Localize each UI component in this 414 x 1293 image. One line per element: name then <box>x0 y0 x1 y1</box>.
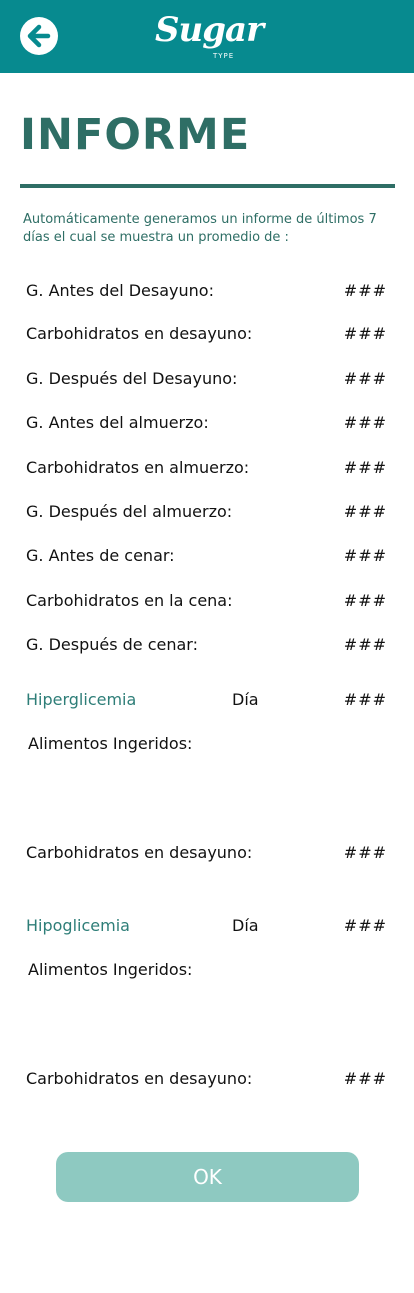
back-button[interactable] <box>20 17 58 55</box>
average-row: G. Antes del Desayuno: ### <box>26 279 387 303</box>
hyperglycemia-day-value: ### <box>343 690 387 709</box>
average-label: Carbohidratos en almuerzo: <box>26 458 250 477</box>
app-logo: Sugar TYPE <box>155 10 264 64</box>
hypoglycemia-foods-row: Alimentos Ingeridos: <box>28 958 389 982</box>
average-label: Carbohidratos en la cena: <box>26 591 233 610</box>
hyperglycemia-carbs-row: Carbohidratos en desayuno: ### <box>26 841 387 865</box>
average-label: G. Después del almuerzo: <box>26 502 233 521</box>
hypoglycemia-day-label: Día <box>232 916 259 935</box>
logo-subtext: TYPE <box>213 52 235 60</box>
average-value: ### <box>343 635 387 654</box>
hyperglycemia-day-label: Día <box>232 690 259 709</box>
average-row: Carbohidratos en desayuno: ### <box>26 322 387 346</box>
average-value: ### <box>343 281 387 300</box>
logo-text: Sugar <box>155 10 264 50</box>
average-label: G. Antes del almuerzo: <box>26 413 209 432</box>
hyperglycemia-carbs-label: Carbohidratos en desayuno: <box>26 843 253 862</box>
hyperglycemia-foods-row: Alimentos Ingeridos: <box>28 732 389 756</box>
hypoglycemia-foods-label: Alimentos Ingeridos: <box>28 960 193 979</box>
average-row: G. Antes del almuerzo: ### <box>26 411 387 435</box>
hyperglycemia-row: Hiperglicemia Día ### <box>26 688 387 712</box>
average-label: G. Antes del Desayuno: <box>26 281 214 300</box>
page-title: INFORME <box>20 110 251 160</box>
average-row: G. Antes de cenar: ### <box>26 544 387 568</box>
average-value: ### <box>343 324 387 343</box>
hyperglycemia-foods-label: Alimentos Ingeridos: <box>28 734 193 753</box>
hypoglycemia-label: Hipoglicemia <box>26 916 130 935</box>
hypoglycemia-day-value: ### <box>343 916 387 935</box>
hypoglycemia-row: Hipoglicemia Día ### <box>26 914 387 938</box>
average-label: Carbohidratos en desayuno: <box>26 324 253 343</box>
intro-text: Automáticamente generamos un informe de … <box>23 212 377 245</box>
title-divider <box>20 184 395 188</box>
hyperglycemia-carbs-value: ### <box>343 843 387 862</box>
average-label: G. Después del Desayuno: <box>26 369 238 388</box>
average-row: G. Después de cenar: ### <box>26 633 387 657</box>
hypoglycemia-carbs-value: ### <box>343 1069 387 1088</box>
average-row: G. Después del Desayuno: ### <box>26 367 387 391</box>
hyperglycemia-label: Hiperglicemia <box>26 690 137 709</box>
hypoglycemia-carbs-label: Carbohidratos en desayuno: <box>26 1069 253 1088</box>
average-label: G. Antes de cenar: <box>26 546 175 565</box>
average-label: G. Después de cenar: <box>26 635 198 654</box>
average-row: Carbohidratos en almuerzo: ### <box>26 456 387 480</box>
app-header: Sugar TYPE <box>0 0 414 73</box>
ok-button[interactable]: OK <box>56 1152 359 1202</box>
average-value: ### <box>343 369 387 388</box>
average-row: G. Después del almuerzo: ### <box>26 500 387 524</box>
average-value: ### <box>343 502 387 521</box>
average-value: ### <box>343 458 387 477</box>
average-value: ### <box>343 591 387 610</box>
average-value: ### <box>343 413 387 432</box>
average-row: Carbohidratos en la cena: ### <box>26 589 387 613</box>
arrow-left-icon <box>27 24 51 48</box>
hypoglycemia-carbs-row: Carbohidratos en desayuno: ### <box>26 1067 387 1091</box>
average-value: ### <box>343 546 387 565</box>
